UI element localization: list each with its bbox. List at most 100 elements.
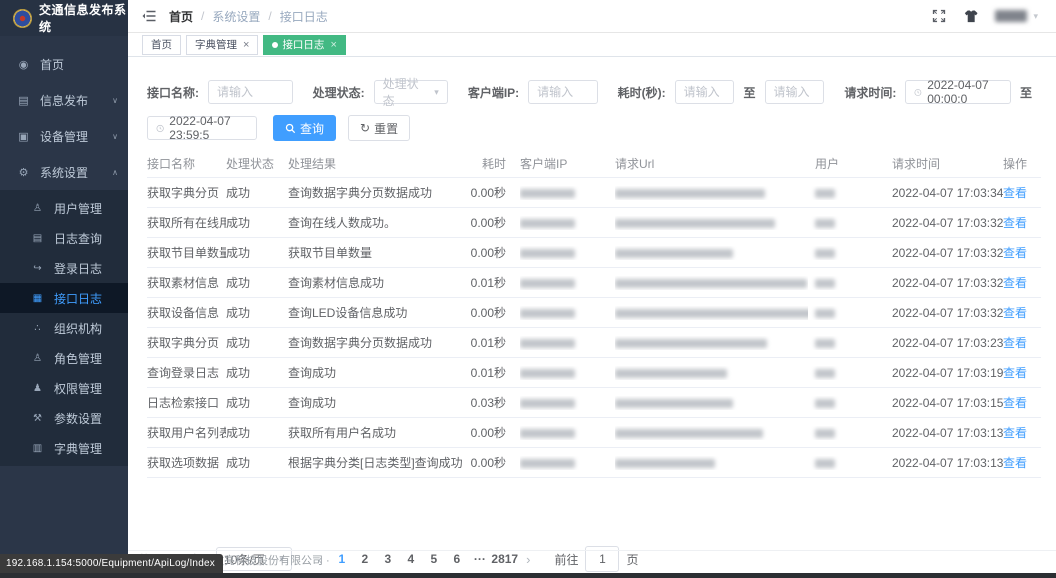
sidebar-subitem-1[interactable]: ▤ 日志查询 <box>0 223 128 253</box>
page-button-2[interactable]: 2 <box>353 552 376 566</box>
table-row: 获取素材信息成功查询素材信息成功0.01秒2022-04-07 17:03:32… <box>147 268 1041 298</box>
view-link[interactable]: 查看 <box>1003 186 1027 200</box>
log-search-icon: ▤ <box>31 233 44 244</box>
actions-cell: 查看 <box>1003 274 1041 291</box>
fullscreen-icon[interactable] <box>932 9 946 23</box>
collapse-sidebar-icon[interactable] <box>142 9 156 23</box>
theme-icon[interactable] <box>963 10 978 23</box>
tab-1[interactable]: 字典管理× <box>186 35 258 55</box>
table-body: 获取字典分页成功查询数据字典分页数据成功0.00秒2022-04-07 17:0… <box>147 178 1041 478</box>
cell: 成功 <box>226 274 288 291</box>
redacted-block <box>520 249 575 258</box>
sidebar-item-1[interactable]: ▤信息发布∨ <box>0 82 128 118</box>
view-link[interactable]: 查看 <box>1003 246 1027 260</box>
duration-from-field[interactable] <box>684 85 726 99</box>
view-link[interactable]: 查看 <box>1003 366 1027 380</box>
api-name-input-field[interactable] <box>217 85 284 99</box>
view-link[interactable]: 查看 <box>1003 456 1027 470</box>
request-time-to-input[interactable]: 2022-04-07 23:59:5 <box>147 116 257 140</box>
sidebar-subitem-5[interactable]: ♙角色管理 <box>0 343 128 373</box>
app-logo-icon <box>13 9 32 28</box>
close-tab-icon[interactable]: × <box>243 39 249 51</box>
user-menu[interactable]: ▾ <box>995 10 1038 22</box>
cell: 查询成功 <box>288 364 468 381</box>
cell: 2022-04-07 17:03:32 <box>892 276 1003 290</box>
cell: 查询数据字典分页数据成功 <box>288 334 468 351</box>
cell: 查询LED设备信息成功 <box>288 304 468 321</box>
api-name-input[interactable] <box>208 80 293 104</box>
page-button-3[interactable]: 3 <box>376 552 399 566</box>
client-ip-input[interactable] <box>528 80 597 104</box>
cell: 0.03秒 <box>468 394 520 411</box>
client-ip-redacted <box>520 186 615 200</box>
breadcrumb-item-2: 接口日志 <box>280 8 328 25</box>
status-select[interactable]: 处理状态 ▾ <box>374 80 448 104</box>
cell: 根据字典分类[日志类型]查询成功 <box>288 454 468 471</box>
search-button-label: 查询 <box>300 120 324 137</box>
view-link[interactable]: 查看 <box>1003 276 1027 290</box>
request-url-redacted <box>615 396 808 410</box>
filter-row-2: 2022-04-07 23:59:5 查询 ↻ 重置 <box>147 115 1041 141</box>
page-button-5[interactable]: 5 <box>422 552 445 566</box>
table-header: 接口名称处理状态处理结果耗时客户端IP请求Url用户请求时间操作 <box>147 149 1041 178</box>
broadcast-icon: ▤ <box>17 94 30 107</box>
chevron-down-icon: ▾ <box>434 87 439 98</box>
redacted-block <box>815 339 835 348</box>
sidebar-subitem-label: 组织机构 <box>54 320 102 337</box>
sidebar-subitem-label: 日志查询 <box>54 230 102 247</box>
column-header-7: 请求时间 <box>892 155 1003 172</box>
duration-from-input[interactable] <box>675 80 735 104</box>
user-redacted <box>808 426 892 440</box>
client-ip-redacted <box>520 336 615 350</box>
cell: 0.00秒 <box>468 214 520 231</box>
request-time-from-input[interactable]: 2022-04-07 00:00:0 <box>905 80 1011 104</box>
tab-0[interactable]: 首页 <box>142 35 181 55</box>
view-link[interactable]: 查看 <box>1003 306 1027 320</box>
search-button[interactable]: 查询 <box>273 115 336 141</box>
page-button-1[interactable]: 1 <box>330 552 353 566</box>
redacted-block <box>615 429 763 438</box>
sidebar-subitem-7[interactable]: ⚒参数设置 <box>0 403 128 433</box>
navbar-actions: ▾ <box>932 9 1042 23</box>
breadcrumb-separator: / <box>268 9 271 23</box>
cell: 0.01秒 <box>468 274 520 291</box>
cell: 获取所有在线用户 <box>147 214 226 231</box>
reset-button[interactable]: ↻ 重置 <box>348 115 410 141</box>
page-button-4[interactable]: 4 <box>399 552 422 566</box>
close-tab-icon[interactable]: × <box>330 39 336 51</box>
top-navbar: 首页/系统设置/接口日志 ▾ <box>128 0 1056 33</box>
duration-to-field[interactable] <box>774 85 816 99</box>
sidebar-subitem-2[interactable]: ↪登录日志 <box>0 253 128 283</box>
sidebar-subitem-3[interactable]: ▦接口日志 <box>0 283 128 313</box>
view-link[interactable]: 查看 <box>1003 396 1027 410</box>
redacted-block <box>615 309 808 318</box>
chevron-down-icon: ∨ <box>112 96 118 105</box>
gear-icon: ⚙ <box>17 166 30 179</box>
duration-to-input[interactable] <box>765 80 825 104</box>
view-link[interactable]: 查看 <box>1003 216 1027 230</box>
view-link[interactable]: 查看 <box>1003 336 1027 350</box>
sidebar-subitem-8[interactable]: ▥字典管理 <box>0 433 128 463</box>
clock-icon <box>914 87 922 98</box>
sidebar-subitem-6[interactable]: ♟权限管理 <box>0 373 128 403</box>
table-row: 查询登录日志成功查询成功0.01秒2022-04-07 17:03:19查看 <box>147 358 1041 388</box>
page-button-2817[interactable]: 2817 <box>491 552 518 566</box>
table-row: 日志检索接口成功查询成功0.03秒2022-04-07 17:03:15查看 <box>147 388 1041 418</box>
chevron-up-icon: ∧ <box>112 168 118 177</box>
user-redacted <box>808 336 892 350</box>
sidebar-subitem-0[interactable]: ♙用户管理 <box>0 193 128 223</box>
sidebar-item-2[interactable]: ▣设备管理∨ <box>0 118 128 154</box>
redacted-block <box>520 429 575 438</box>
client-ip-input-field[interactable] <box>537 85 588 99</box>
next-page-button[interactable]: › <box>526 552 530 567</box>
breadcrumb-item-0[interactable]: 首页 <box>169 8 193 25</box>
sidebar-item-3[interactable]: ⚙系统设置∧ <box>0 154 128 190</box>
user-redacted <box>808 276 892 290</box>
view-link[interactable]: 查看 <box>1003 426 1027 440</box>
cell: 0.00秒 <box>468 304 520 321</box>
tab-2[interactable]: 接口日志× <box>263 35 345 55</box>
sidebar-item-0[interactable]: ◉首页 <box>0 46 128 82</box>
cell: 查询成功 <box>288 394 468 411</box>
page-button-6[interactable]: 6 <box>445 552 468 566</box>
sidebar-subitem-4[interactable]: ∴组织机构 <box>0 313 128 343</box>
